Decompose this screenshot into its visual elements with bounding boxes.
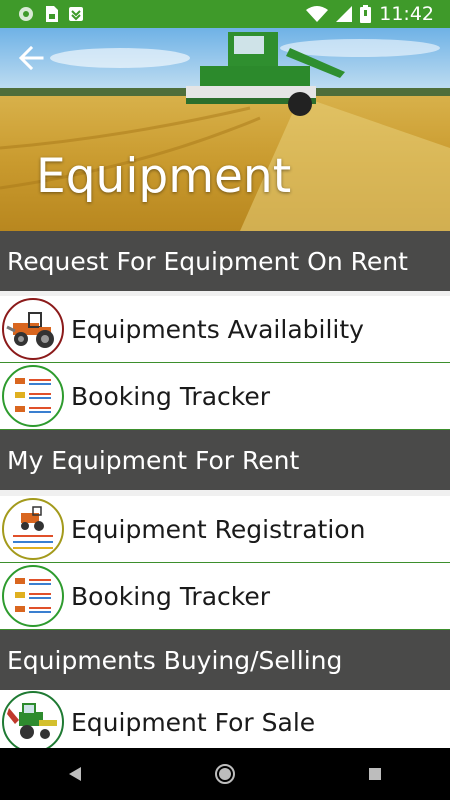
harvester-icon	[2, 691, 64, 753]
item-label: Equipment For Sale	[71, 708, 316, 737]
wifi-icon	[306, 6, 329, 22]
tractor-icon	[2, 298, 64, 360]
page-title: Equipment	[36, 149, 292, 204]
battery-icon	[360, 5, 372, 23]
list-item-equipment-for-sale[interactable]: Equipment For Sale	[0, 690, 450, 753]
status-bar: 11:42	[0, 0, 450, 28]
status-time: 11:42	[379, 3, 434, 25]
section-header-my-equipment: My Equipment For Rent	[0, 430, 450, 490]
list-item-booking-tracker-my[interactable]: Booking Tracker	[0, 563, 450, 630]
section-header-request-rent: Request For Equipment On Rent	[0, 231, 450, 291]
signal-icon	[336, 6, 353, 22]
header-banner: Equipment	[0, 28, 450, 231]
booking-list-icon	[2, 365, 64, 427]
list-item-equipment-registration[interactable]: Equipment Registration	[0, 496, 450, 563]
list-item-booking-tracker-rent[interactable]: Booking Tracker	[0, 363, 450, 430]
back-arrow-icon[interactable]	[16, 43, 46, 73]
item-label: Equipments Availability	[71, 314, 364, 344]
download-icon	[68, 6, 84, 22]
booking-list-icon	[2, 565, 64, 627]
section-header-buying-selling: Equipments Buying/Selling	[0, 630, 450, 690]
nav-recents-icon[interactable]	[355, 754, 395, 794]
nav-back-icon[interactable]	[55, 754, 95, 794]
item-label: Equipment Registration	[71, 514, 366, 544]
item-label: Booking Tracker	[71, 381, 271, 411]
sim-card-icon	[44, 6, 58, 22]
nav-home-icon[interactable]	[205, 754, 245, 794]
circle-icon	[18, 6, 34, 22]
registration-icon	[2, 498, 64, 560]
list-item-equipments-availability[interactable]: Equipments Availability	[0, 296, 450, 363]
item-label: Booking Tracker	[71, 581, 271, 611]
system-nav-bar	[0, 748, 450, 800]
